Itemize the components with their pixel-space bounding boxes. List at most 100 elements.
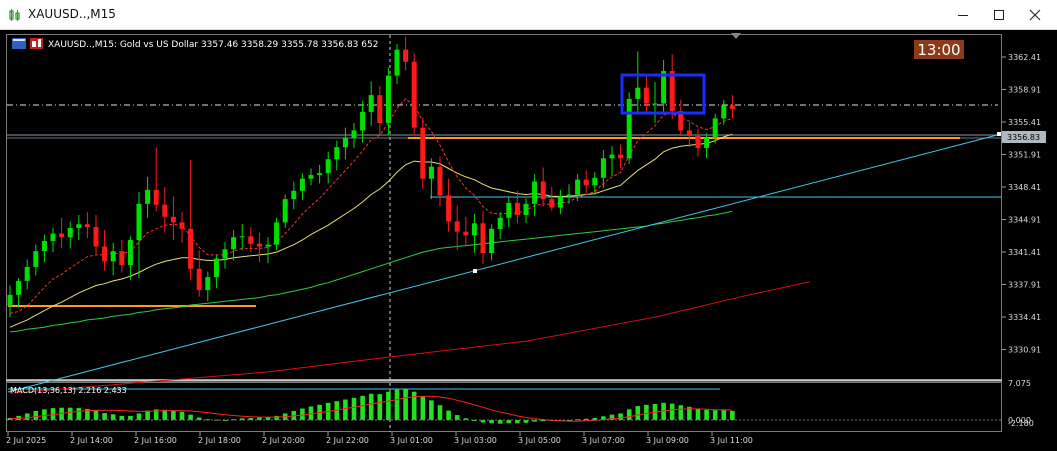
candle-body [583,179,589,186]
time-tick-label: 3 Jul 07:00 [582,436,625,445]
macd-bar [145,410,150,420]
candle-body [420,127,426,179]
symbol-properties-icon[interactable] [30,38,43,49]
price-tick-label: 3355.41 [1008,118,1041,127]
candle-body [385,75,391,124]
candle-body [377,95,383,124]
candle-body [497,217,503,229]
macd-tick-label: 7.075 [1008,379,1031,388]
candle-body [231,237,237,250]
candle-body [317,173,323,176]
candle-body [360,111,366,131]
candle-body [652,103,658,105]
candle-body [170,216,176,223]
candle [411,53,417,136]
candle-body [514,202,520,215]
trendline-anchor [473,269,477,273]
candle-body [239,236,245,238]
time-tick-label: 3 Jul 09:00 [646,436,689,445]
candle-body [222,249,228,259]
candle-body [59,233,65,238]
candle-body [704,137,710,149]
macd-bar [119,415,125,420]
candle-body [76,224,82,228]
price-tick-label: 3351.91 [1008,151,1041,160]
candle-body [437,166,443,196]
candle-body [540,181,546,200]
candle-body [93,227,99,247]
candle-body [712,118,718,138]
candle-body [575,179,581,195]
candle-body [695,136,701,149]
candle-body [686,130,692,137]
time-tick-label: 3 Jul 05:00 [518,436,561,445]
macd-bar [644,404,649,420]
candle-body [153,189,159,205]
macd-bar [76,408,82,420]
minimize-icon [958,15,968,16]
macd-label: MACD(13,36,13) 2.216 2.433 [10,386,127,395]
macd-bar [721,410,727,420]
macd-bar [618,413,623,420]
candle-body [428,166,434,179]
candle-body [50,233,56,241]
price-tick-label: 3348.41 [1008,183,1041,192]
info-line: XAUUSD..,M15: Gold vs US Dollar 3357.46 … [48,40,378,50]
candle-body [635,87,641,99]
time-tick-label: 3 Jul 03:00 [454,436,497,445]
macd-bar [635,406,641,420]
candle-body [342,137,348,148]
candle-body [41,240,47,252]
price-chart[interactable]: 7.0750.000-2.180 3362.413358.913355.4133… [0,30,1057,451]
candle-body [600,158,606,178]
price-tick-label: 3337.91 [1008,281,1041,290]
macd-bar [411,391,417,420]
macd-bar [403,389,408,420]
candle-body [618,154,624,159]
minimize-button[interactable] [945,0,981,30]
macd-bar [368,393,374,420]
candle-body [394,49,400,76]
candle-body [643,87,649,104]
time-tick-label: 2 Jul 14:00 [70,436,113,445]
candle-body [626,98,632,159]
macd-bar [678,405,684,420]
macd-bar [42,409,47,420]
macd-bar [386,391,391,420]
candle-body [162,204,168,217]
macd-bar [188,414,193,420]
time-tick-label: 2 Jul 2025 [6,436,46,445]
macd-bar [497,420,503,424]
candle-body [471,223,477,236]
candle-body [110,251,116,262]
maximize-button[interactable] [981,0,1017,30]
price-tick-label: 3362.41 [1008,53,1041,62]
price-tick-label: 3330.91 [1008,346,1041,355]
macd-bar [102,413,107,420]
candle-body [248,236,254,244]
close-button[interactable] [1017,0,1053,30]
candle-timer: 13:00 [917,41,960,59]
candle-body [446,195,452,222]
candle-body [506,202,512,218]
time-tick-label: 2 Jul 16:00 [134,436,177,445]
title-bar[interactable]: XAUUSD..,M15 [0,0,1057,30]
macd-bar [136,413,142,420]
time-tick-label: 3 Jul 01:00 [390,436,433,445]
candle-body [67,227,73,238]
time-tick-label: 3 Jul 11:00 [710,436,753,445]
candle-body [213,258,219,278]
candlestick-chart-icon [9,9,20,21]
macd-bar [110,414,116,420]
time-tick-label: 2 Jul 18:00 [198,436,241,445]
macd-bar [437,405,443,420]
macd-bar [351,397,357,420]
macd-bar [171,410,176,420]
candle-body [7,294,13,306]
candle-body [127,240,133,266]
terminal-window: XAUUSD..,M15 7.075 0.000 -2.180 3362.41 335… [0,0,1057,451]
close-icon [1029,9,1041,21]
candle-body [188,228,194,269]
candle-body [308,175,314,179]
candle-body [334,147,340,160]
